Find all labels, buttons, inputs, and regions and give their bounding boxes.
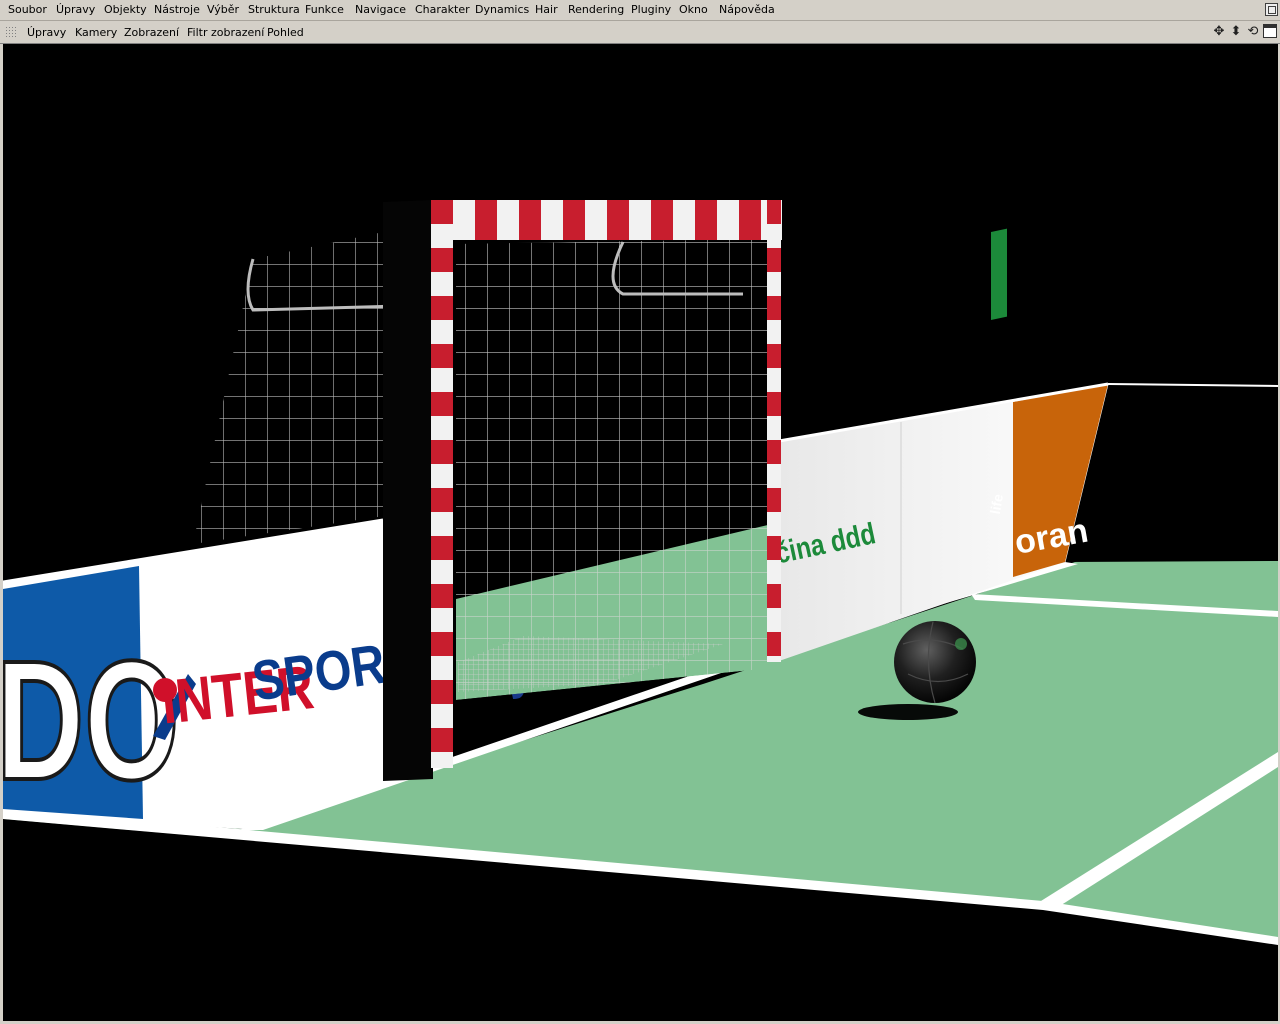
move-view-icon[interactable]: ✥ — [1211, 24, 1227, 40]
goal-crossbar-stripe — [717, 200, 739, 240]
viewport-menu-zobrazeni[interactable]: Zobrazení — [124, 26, 179, 39]
goal-post-right-stripe — [767, 248, 781, 272]
menu-hair[interactable]: Hair — [535, 3, 558, 16]
goal-post-left-stripe — [431, 752, 453, 768]
life-logo-box — [991, 228, 1007, 320]
menu-funkce[interactable]: Funkce — [305, 3, 344, 16]
menu-pluginy[interactable]: Pluginy — [631, 3, 671, 16]
scene-render: oran iyama bučina ddd life DO INTER SPOR — [3, 200, 1278, 1021]
goal-post-left-stripe — [431, 512, 453, 536]
goal-post-left-stripe — [431, 560, 453, 584]
goal-post-left-stripe — [431, 680, 453, 704]
goal-post-left-stripe — [431, 296, 453, 320]
maximize-view-icon[interactable] — [1263, 24, 1277, 38]
goal-post-right-stripe — [767, 320, 781, 344]
menu-struktura[interactable]: Struktura — [248, 3, 300, 16]
left-partial-banner-text: DO — [3, 626, 179, 815]
goal-crossbar-stripe — [673, 200, 695, 240]
goal-post-left-stripe — [431, 440, 453, 464]
goal-crossbar-stripe — [651, 200, 673, 240]
goal-post-right-stripe — [767, 416, 781, 440]
goal-post-left-stripe — [431, 248, 453, 272]
goal-post-right-stripe — [767, 608, 781, 632]
goal-post-left-stripe — [431, 464, 453, 488]
viewport-3d[interactable]: oran iyama bučina ddd life DO INTER SPOR — [3, 44, 1278, 1021]
goal-post-right-stripe — [767, 560, 781, 584]
goal-post-right-stripe — [767, 296, 781, 320]
goal-crossbar-stripe — [607, 200, 629, 240]
goal-post-left-stripe — [431, 608, 453, 632]
goal-post-left-stripe — [431, 320, 453, 344]
menu-nastroje[interactable]: Nástroje — [154, 3, 200, 16]
goal-post-left-stripe — [431, 344, 453, 368]
menu-charakter[interactable]: Charakter — [415, 3, 470, 16]
viewport-menu-pohled[interactable]: Pohled — [267, 26, 304, 39]
goal-post-left-stripe — [431, 704, 453, 728]
goal-post-left-stripe — [431, 728, 453, 752]
goal-post-left-stripe — [431, 536, 453, 560]
goal-post-left-stripe — [431, 632, 453, 656]
menu-navigace[interactable]: Navigace — [355, 3, 406, 16]
goal-post-right-stripe — [767, 488, 781, 512]
goal-post-left-stripe — [431, 656, 453, 680]
goal-crossbar-stripe — [563, 200, 585, 240]
window-restore-icon[interactable] — [1265, 3, 1278, 16]
goal-post-left-stripe — [431, 392, 453, 416]
goal-crossbar-stripe — [519, 200, 541, 240]
goal-crossbar-stripe — [695, 200, 717, 240]
goal-crossbar-stripe — [453, 200, 475, 240]
toolbar-grip-icon[interactable] — [5, 26, 17, 38]
goal-post-left-stripe — [431, 488, 453, 512]
goal-post-right-stripe — [767, 440, 781, 464]
menu-rendering[interactable]: Rendering — [568, 3, 624, 16]
goal-post-right-stripe — [767, 200, 781, 224]
goal-post-left-stripe — [431, 584, 453, 608]
goal-post-right-stripe — [767, 464, 781, 488]
goal-post-right-stripe — [767, 392, 781, 416]
goal-net-back — [193, 229, 398, 544]
goal-post-left-stripe — [431, 272, 453, 296]
ball — [894, 621, 976, 703]
goal-post-left-stripe — [431, 416, 453, 440]
goal-crossbar-stripe — [541, 200, 563, 240]
menu-vyber[interactable]: Výběr — [207, 3, 239, 16]
menu-okno[interactable]: Okno — [679, 3, 708, 16]
rotate-view-icon[interactable]: ⟲ — [1245, 24, 1261, 40]
menu-bar: Soubor Úpravy Objekty Nástroje Výběr Str… — [0, 0, 1280, 21]
goal-post-right-stripe — [767, 632, 781, 656]
goal-post-right-stripe — [767, 224, 781, 248]
goal-post-right-stripe — [767, 584, 781, 608]
menu-objekty[interactable]: Objekty — [104, 3, 147, 16]
goal-crossbar-stripe — [497, 200, 519, 240]
menu-soubor[interactable]: Soubor — [8, 3, 47, 16]
goal-post-right-stripe — [767, 344, 781, 368]
goal-post-right-stripe — [767, 272, 781, 296]
goal-post-right-stripe — [767, 536, 781, 560]
viewport-menu-upravy[interactable]: Úpravy — [27, 26, 66, 39]
goal-post-left-shadow — [383, 200, 433, 781]
viewport-menu-filtr[interactable]: Filtr zobrazení — [187, 26, 264, 39]
dolly-view-icon[interactable]: ⬍ — [1228, 24, 1244, 40]
viewport-toolbar: Úpravy Kamery Zobrazení Filtr zobrazení … — [0, 21, 1280, 44]
menu-napoveda[interactable]: Nápověda — [719, 3, 775, 16]
goal-post-right-stripe — [767, 656, 781, 662]
goal-crossbar-stripe — [739, 200, 761, 240]
goal-post-right-stripe — [767, 368, 781, 392]
goal-crossbar-stripe — [585, 200, 607, 240]
viewport-menu-kamery[interactable]: Kamery — [75, 26, 117, 39]
menu-dynamics[interactable]: Dynamics — [475, 3, 529, 16]
goal-crossbar-stripe — [629, 200, 651, 240]
goal-post-left-stripe — [431, 200, 453, 224]
goal-crossbar-stripe — [475, 200, 497, 240]
menu-upravy[interactable]: Úpravy — [56, 3, 95, 16]
goal-post-left-stripe — [431, 224, 453, 248]
goal-post-right-stripe — [767, 512, 781, 536]
ball-shadow — [858, 704, 958, 720]
goal-post-left-stripe — [431, 368, 453, 392]
